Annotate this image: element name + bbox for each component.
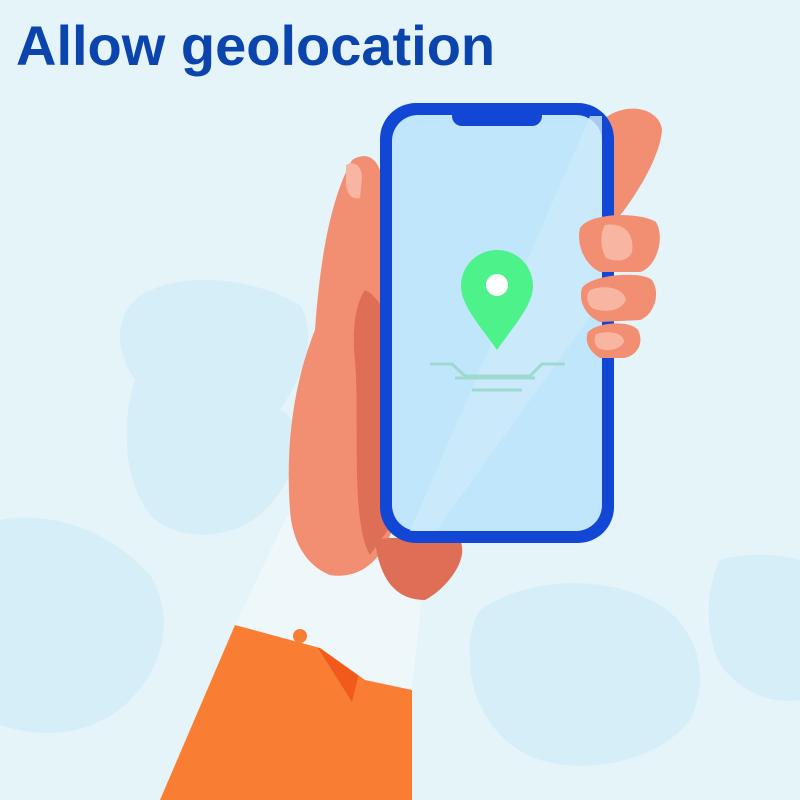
fingers xyxy=(579,215,660,358)
phone-notch xyxy=(452,104,542,126)
cuff-button xyxy=(293,629,307,643)
page: Allow geolocation xyxy=(0,0,800,800)
monstera-leaf-icon xyxy=(708,554,800,701)
monstera-leaf-icon xyxy=(469,583,700,766)
monstera-leaf-icon xyxy=(0,517,164,733)
smartphone xyxy=(380,103,614,543)
illustration xyxy=(0,103,800,800)
monstera-leaf-icon xyxy=(120,279,309,535)
